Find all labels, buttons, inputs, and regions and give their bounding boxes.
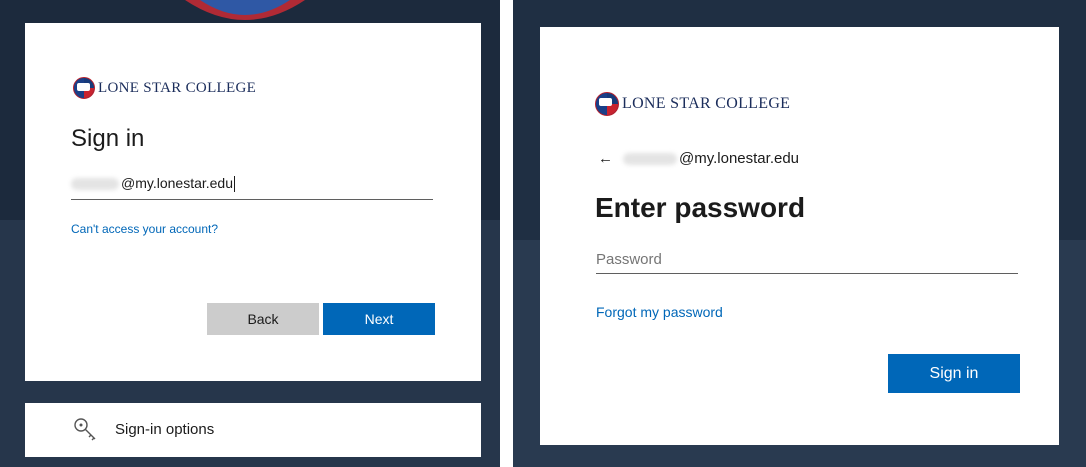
text-cursor xyxy=(234,176,236,193)
lone-star-college-logo: LONE STAR COLLEGE xyxy=(73,77,256,99)
email-value: @my.lonestar.edu xyxy=(121,175,234,191)
lone-star-logo-icon xyxy=(73,77,95,99)
redacted-username xyxy=(71,178,119,191)
logo-text: LONE STAR COLLEGE xyxy=(98,79,257,96)
password-field[interactable] xyxy=(596,245,1018,274)
lone-star-logo-icon xyxy=(595,92,619,116)
page-title: Sign in xyxy=(71,125,145,152)
sign-in-button[interactable]: Sign in xyxy=(888,354,1020,393)
next-button[interactable]: Next xyxy=(323,303,435,335)
sign-in-options-label: Sign-in options xyxy=(115,421,215,438)
cant-access-account-link[interactable]: Can't access your account? xyxy=(71,222,218,236)
redacted-username xyxy=(623,153,677,166)
page-title: Enter password xyxy=(595,192,806,223)
sign-in-card: LONE STAR COLLEGE Sign in @my.lonestar.e… xyxy=(25,23,481,381)
back-button[interactable]: Back xyxy=(207,303,319,335)
email-field[interactable]: @my.lonestar.edu xyxy=(71,172,433,200)
identity-email: @my.lonestar.edu xyxy=(679,150,800,167)
left-screenshot-panel: LONE STAR COLLEGE Sign in @my.lonestar.e… xyxy=(0,0,500,467)
back-arrow-icon[interactable]: ← xyxy=(598,150,613,167)
forgot-password-link[interactable]: Forgot my password xyxy=(596,304,723,320)
key-icon xyxy=(74,418,96,441)
password-card: LONE STAR COLLEGE ← @my.lonestar.edu Ente… xyxy=(540,27,1059,445)
logo-text: LONE STAR COLLEGE xyxy=(622,95,791,112)
right-screenshot-panel: LONE STAR COLLEGE ← @my.lonestar.edu Ente… xyxy=(513,0,1086,467)
sign-in-options-card[interactable]: Sign-in options xyxy=(25,403,481,457)
lone-star-college-logo: LONE STAR COLLEGE xyxy=(595,92,790,116)
identity-row: ← @my.lonestar.edu xyxy=(598,150,799,168)
